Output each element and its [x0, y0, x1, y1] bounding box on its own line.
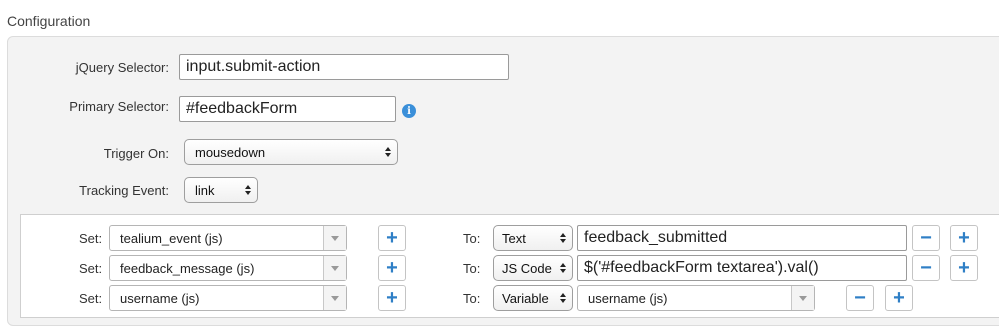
remove-row-button[interactable]: −: [846, 285, 874, 311]
select-arrows-icon: [559, 293, 566, 303]
to-label: To:: [463, 261, 481, 276]
select-arrows-icon: [559, 263, 566, 273]
info-icon[interactable]: i: [402, 104, 416, 118]
to-variable-dropdown[interactable]: username (js): [577, 285, 815, 311]
dropdown-arrow-icon[interactable]: [323, 286, 346, 310]
trigger-on-select[interactable]: mousedown: [184, 139, 398, 165]
to-type-select[interactable]: JS Code: [493, 255, 573, 281]
trigger-on-label: Trigger On:: [103, 146, 169, 161]
to-label: To:: [463, 291, 481, 306]
select-arrows-icon: [384, 147, 391, 157]
add-set-button[interactable]: +: [378, 285, 406, 311]
set-variable-dropdown[interactable]: feedback_message (js): [109, 255, 347, 281]
set-label: Set:: [79, 291, 103, 306]
remove-row-button[interactable]: −: [912, 225, 940, 251]
to-variable-value: username (js): [588, 290, 668, 306]
dropdown-arrow-icon[interactable]: [323, 256, 346, 280]
to-label: To:: [463, 231, 481, 246]
primary-selector-label: Primary Selector:: [69, 99, 169, 114]
to-type-select[interactable]: Variable: [493, 285, 573, 311]
dropdown-arrow-icon[interactable]: [323, 226, 346, 250]
set-variable-value: tealium_event (js): [120, 230, 223, 246]
set-variable-value: feedback_message (js): [120, 260, 255, 276]
section-title: Configuration: [7, 13, 91, 29]
jquery-selector-label: jQuery Selector:: [75, 60, 169, 75]
set-variable-value: username (js): [120, 290, 200, 306]
to-type-value: Text: [502, 230, 526, 246]
to-value-input[interactable]: $('#feedbackForm textarea').val(): [577, 255, 907, 281]
primary-selector-input[interactable]: #feedbackForm: [179, 96, 396, 122]
tracking-event-value: link: [195, 182, 215, 198]
select-arrows-icon: [559, 233, 566, 243]
tracking-event-select[interactable]: link: [184, 177, 258, 203]
add-row-button[interactable]: +: [950, 225, 978, 251]
select-arrows-icon: [244, 185, 251, 195]
to-type-select[interactable]: Text: [493, 225, 573, 251]
jquery-selector-input[interactable]: input.submit-action: [179, 54, 509, 80]
trigger-on-value: mousedown: [195, 144, 266, 160]
set-variable-dropdown[interactable]: username (js): [109, 285, 347, 311]
set-label: Set:: [79, 231, 103, 246]
set-variable-dropdown[interactable]: tealium_event (js): [109, 225, 347, 251]
add-row-button[interactable]: +: [885, 285, 913, 311]
add-row-button[interactable]: +: [950, 255, 978, 281]
add-set-button[interactable]: +: [378, 255, 406, 281]
to-type-value: JS Code: [502, 260, 552, 276]
add-set-button[interactable]: +: [378, 225, 406, 251]
remove-row-button[interactable]: −: [912, 255, 940, 281]
set-label: Set:: [79, 261, 103, 276]
dropdown-arrow-icon[interactable]: [791, 286, 814, 310]
to-type-value: Variable: [502, 290, 549, 306]
to-value-input[interactable]: feedback_submitted: [577, 225, 907, 251]
tracking-event-label: Tracking Event:: [79, 183, 169, 198]
